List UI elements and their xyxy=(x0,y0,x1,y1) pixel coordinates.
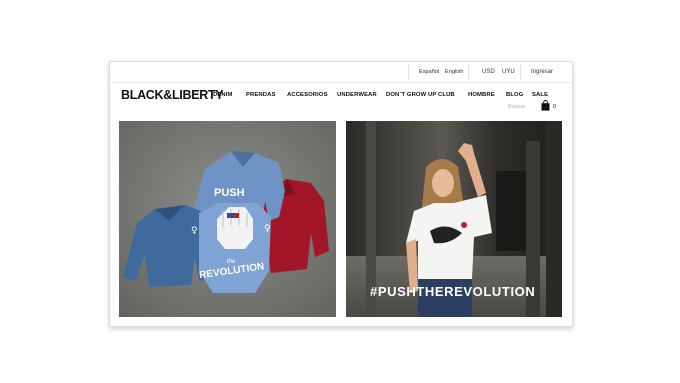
language-en-link[interactable]: English xyxy=(445,69,463,75)
nav-item-denim[interactable]: DENIM xyxy=(213,92,232,98)
currency-uyu-link[interactable]: UYU xyxy=(502,69,515,75)
brand-logo[interactable]: BLACK&LIBERTY xyxy=(121,88,224,102)
divider xyxy=(468,64,469,80)
utility-bar: Español English USD UYU Ingresar xyxy=(110,62,572,83)
nav-item-underwear[interactable]: UNDERWEAR xyxy=(337,92,377,98)
print-the: the xyxy=(227,259,236,265)
nav-item-sale[interactable]: SALE xyxy=(532,92,548,98)
nav-item-accesorios[interactable]: ACCESORIOS xyxy=(287,92,328,98)
hero-right-image[interactable]: #PUSHTHEREVOLUTION xyxy=(346,121,562,317)
female-symbol-icon: ♀ xyxy=(191,226,198,236)
currency-usd-link[interactable]: USD xyxy=(482,69,495,75)
hero-hashtag-caption: #PUSHTHEREVOLUTION xyxy=(370,284,536,299)
language-es-link[interactable]: Español xyxy=(419,69,439,75)
cart-count: 0 xyxy=(553,104,557,110)
divider xyxy=(408,64,409,80)
female-symbol-icon: ♀ xyxy=(264,224,271,234)
hero-left-image[interactable]: PUSH the REVOLUTION ♀ ♀ xyxy=(119,121,336,317)
login-link[interactable]: Ingresar xyxy=(531,69,553,75)
nav-item-dont-grow-up-club[interactable]: DON´T GROW UP CLUB xyxy=(386,92,455,98)
nav-item-blog[interactable]: BLOG xyxy=(506,92,523,98)
browser-page: Español English USD UYU Ingresar BLACK&L… xyxy=(109,61,573,327)
search-input[interactable]: Buscar xyxy=(508,104,525,110)
jackets-flatlay-photo: PUSH the REVOLUTION ♀ ♀ xyxy=(119,121,336,317)
divider xyxy=(520,64,521,80)
nav-item-prendas[interactable]: PRENDAS xyxy=(246,92,276,98)
shopping-bag-icon[interactable] xyxy=(541,100,550,111)
nav-item-hombre[interactable]: HOMBRE xyxy=(468,92,495,98)
print-push: PUSH xyxy=(214,187,245,199)
